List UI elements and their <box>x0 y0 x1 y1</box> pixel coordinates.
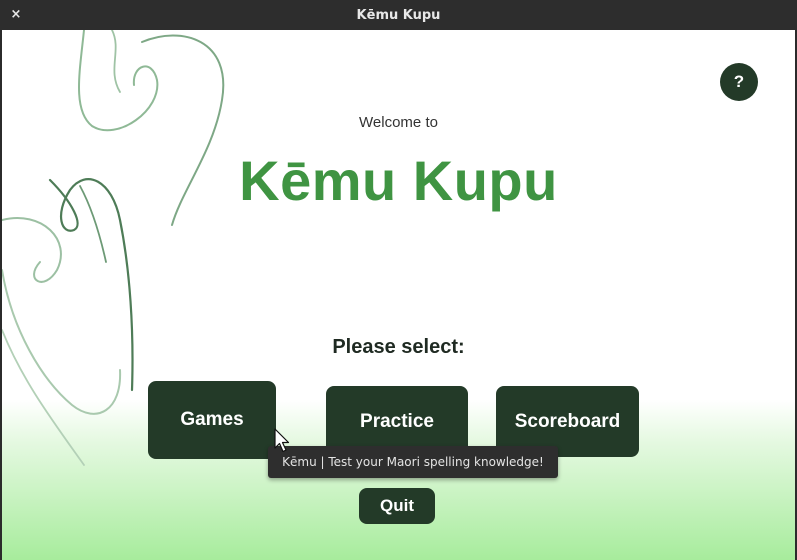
welcome-text: Welcome to <box>359 114 438 131</box>
window-title: Kēmu Kupu <box>356 7 441 23</box>
practice-button-label: Practice <box>360 410 434 432</box>
games-button[interactable]: Games <box>148 381 276 459</box>
app-title: Kēmu Kupu <box>239 149 558 212</box>
koru-line-top-inner <box>111 30 121 93</box>
quit-button[interactable]: Quit <box>359 488 435 524</box>
koru-curl-left <box>2 217 62 283</box>
select-prompt: Please select: <box>332 336 465 358</box>
question-mark-icon: ? <box>733 72 745 91</box>
mouse-pointer-icon <box>274 428 290 453</box>
close-icon[interactable]: × <box>8 6 24 22</box>
main-window-content: ? Welcome to Kēmu Kupu Please select: Ga… <box>2 30 795 560</box>
scoreboard-button-label: Scoreboard <box>514 410 621 432</box>
quit-button-label: Quit <box>380 496 414 515</box>
window-titlebar: × Kēmu Kupu <box>0 0 797 30</box>
help-button[interactable]: ? <box>720 63 758 101</box>
games-button-label: Games <box>180 409 244 430</box>
games-tooltip: Kēmu | Test your Maori spelling knowledg… <box>268 446 558 478</box>
